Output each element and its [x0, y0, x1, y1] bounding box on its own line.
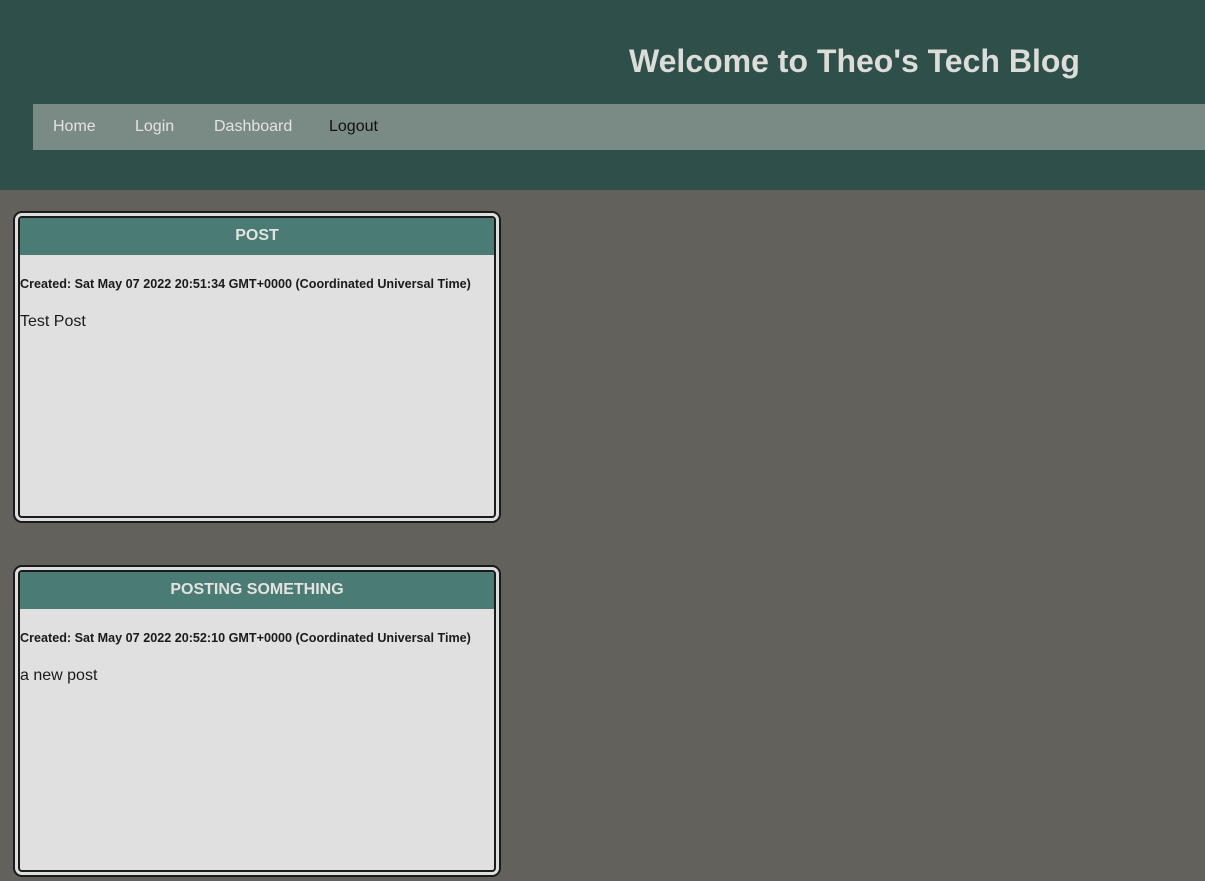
post-card[interactable]: POST Created: Sat May 07 2022 20:51:34 G…	[13, 211, 501, 523]
post-title[interactable]: POST	[20, 218, 494, 255]
post-created-date: Created: Sat May 07 2022 20:51:34 GMT+00…	[20, 277, 471, 291]
post-content: Test Post	[20, 313, 86, 330]
post-card-inner: POST Created: Sat May 07 2022 20:51:34 G…	[18, 216, 496, 518]
nav-dashboard-link[interactable]: Dashboard	[214, 104, 292, 150]
nav-login-link[interactable]: Login	[135, 104, 174, 150]
post-created-date: Created: Sat May 07 2022 20:52:10 GMT+00…	[20, 631, 471, 645]
post-card[interactable]: POSTING SOMETHING Created: Sat May 07 20…	[13, 565, 501, 877]
nav-bar: Home Login Dashboard Logout	[33, 104, 1205, 150]
nav-home-link[interactable]: Home	[53, 104, 96, 150]
post-content: a new post	[20, 667, 98, 684]
nav-logout-link[interactable]: Logout	[329, 104, 378, 150]
site-header: Welcome to Theo's Tech Blog Home Login D…	[0, 0, 1205, 190]
post-card-inner: POSTING SOMETHING Created: Sat May 07 20…	[18, 570, 496, 872]
post-title[interactable]: POSTING SOMETHING	[20, 572, 494, 609]
site-title: Welcome to Theo's Tech Blog	[629, 43, 1080, 79]
